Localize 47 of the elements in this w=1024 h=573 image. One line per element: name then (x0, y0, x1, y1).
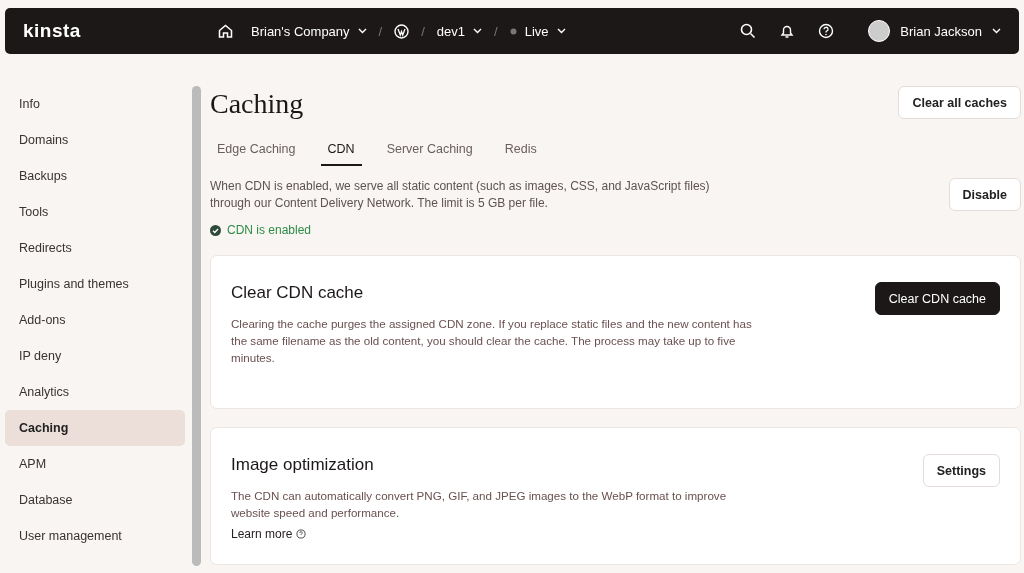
sidebar-item[interactable]: Backups (5, 158, 185, 194)
sidebar-item[interactable]: Plugins and themes (5, 266, 185, 302)
card-title: Clear CDN cache (231, 283, 365, 303)
card-description: The CDN can automatically convert PNG, GIF, and JPEG images to the WebP format to improve website speed and performance. (231, 488, 728, 521)
breadcrumb-dropdown[interactable]: dev1 (436, 23, 483, 39)
sidebar-item[interactable]: Analytics (5, 374, 185, 410)
chevron-down-icon (992, 28, 1001, 34)
card-title: Image optimization (231, 455, 375, 475)
clear-all-caches-button[interactable]: Clear all caches (898, 86, 1021, 119)
logo[interactable]: kinsta (23, 20, 218, 42)
tab[interactable]: Edge Caching (210, 134, 303, 166)
sidebar-item[interactable]: IP deny (5, 338, 185, 374)
cdn-description: When CDN is enabled, we serve all static content (such as images, CSS, and JavaScript files) through our Content Delivery Network. The limit is 5 GB per file. (210, 178, 711, 212)
sidebar-item[interactable]: Caching (5, 410, 185, 446)
bell-icon[interactable] (780, 23, 795, 39)
card-action-button[interactable]: Clear CDN cache (874, 282, 1000, 315)
sidebar-item[interactable]: Database (5, 482, 185, 518)
breadcrumb-dropdown[interactable]: Live (509, 23, 566, 39)
search-icon[interactable] (740, 23, 757, 39)
card-description: Clearing the cache purges the assigned CDN zone. If you replace static files and the new content has the same filename as the old content, you should clear the cache. The process may take up to five minutes. (231, 316, 753, 366)
status-text: CDN is enabled (227, 223, 312, 237)
breadcrumb-separator: / (421, 23, 425, 39)
help-icon (296, 529, 307, 539)
disable-button[interactable]: Disable (948, 178, 1021, 211)
breadcrumb-dropdown[interactable]: Brian's Company (251, 23, 367, 39)
sidebar-item[interactable]: Tools (5, 194, 185, 230)
user-menu[interactable]: Brian Jackson (868, 20, 1001, 42)
breadcrumb-separator: / (378, 23, 383, 39)
avatar-icon (868, 20, 891, 42)
breadcrumb-separator: / (494, 23, 498, 39)
sidebar-item[interactable]: User management (5, 518, 185, 554)
sidebar-item[interactable]: Info (5, 86, 185, 122)
tab[interactable]: Redis (497, 134, 544, 166)
tab[interactable]: CDN (320, 134, 362, 166)
help-icon[interactable] (818, 23, 835, 39)
sidebar-item[interactable]: Add-ons (5, 302, 185, 338)
status-dot-icon (509, 27, 517, 35)
sidebar-item[interactable]: APM (5, 446, 185, 482)
home-icon[interactable] (218, 24, 233, 38)
scrollbar[interactable] (192, 86, 201, 566)
sidebar-item[interactable]: Redirects (5, 230, 185, 266)
page-title: Caching (210, 88, 304, 120)
learn-more-link[interactable]: Learn more (231, 527, 307, 541)
sidebar-item[interactable]: Domains (5, 122, 185, 158)
card-action-button[interactable]: Settings (922, 454, 1000, 487)
tab[interactable]: Server Caching (379, 134, 480, 166)
wordpress-logo-icon[interactable] (394, 23, 410, 39)
